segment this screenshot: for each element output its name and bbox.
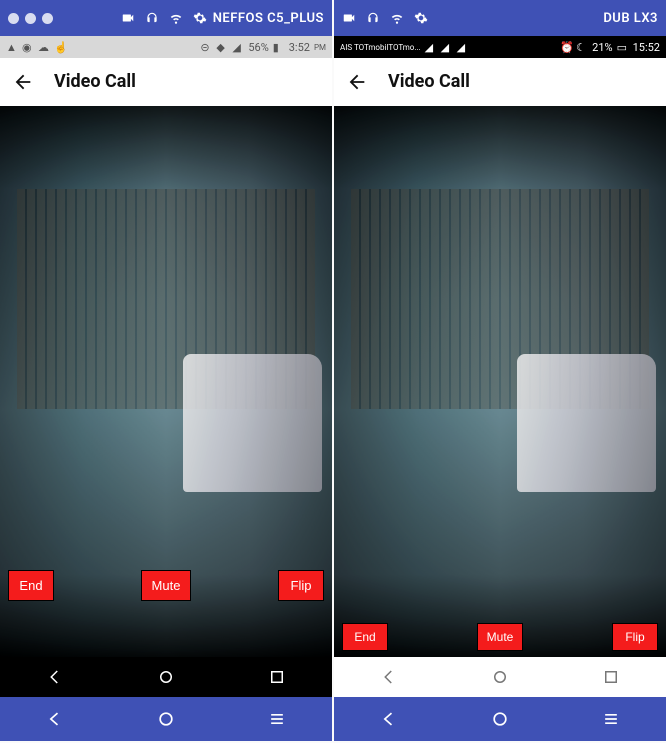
- signal-icon: ◢: [441, 41, 453, 53]
- android-nav-bar: [334, 657, 666, 697]
- android-nav-bar: [0, 657, 332, 697]
- back-arrow-icon[interactable]: [12, 71, 34, 93]
- vysor-device-name: DUB LX3: [603, 11, 658, 26]
- video-icon[interactable]: [342, 11, 356, 25]
- vysor-back-icon[interactable]: [45, 709, 65, 729]
- dnd-icon: ⊝: [200, 41, 212, 53]
- vysor-title-bar[interactable]: NEFFOS C5_PLUS: [0, 0, 332, 36]
- flip-camera-button[interactable]: Flip: [278, 570, 324, 601]
- vysor-home-icon[interactable]: [490, 709, 510, 729]
- clock-ampm: PM: [314, 43, 326, 52]
- battery-text: 21%: [592, 41, 612, 54]
- mute-button[interactable]: Mute: [141, 570, 192, 601]
- nav-recents-icon[interactable]: [268, 668, 286, 686]
- carrier-text: AIS TOTmobilTOTmo...: [340, 43, 421, 52]
- device-window-left: NEFFOS C5_PLUS ▲ ◉ ☁ ☝ ⊝ ◆ ◢ 56% ▮ 3:52 …: [0, 0, 332, 741]
- vysor-back-icon[interactable]: [379, 709, 399, 729]
- alarm-icon: ⏰: [560, 41, 572, 53]
- flip-camera-button[interactable]: Flip: [612, 623, 658, 651]
- android-status-bar: AIS TOTmobilTOTmo... ◢ ◢ ◢ ⏰ ☾ 21% ▭ 15:…: [334, 36, 666, 58]
- nav-back-icon[interactable]: [46, 668, 64, 686]
- app-header: Video Call: [0, 58, 332, 106]
- vysor-bottom-bar: [0, 697, 332, 741]
- battery-text: 56%: [248, 41, 268, 54]
- user-icon: ◉: [22, 41, 34, 53]
- battery-icon: ▮: [273, 41, 285, 53]
- nav-back-icon[interactable]: [380, 668, 398, 686]
- moon-icon: ☾: [576, 41, 588, 53]
- device-row: NEFFOS C5_PLUS ▲ ◉ ☁ ☝ ⊝ ◆ ◢ 56% ▮ 3:52 …: [0, 0, 666, 743]
- headphones-icon[interactable]: [145, 11, 159, 25]
- close-window-icon[interactable]: [8, 13, 19, 24]
- vysor-home-icon[interactable]: [156, 709, 176, 729]
- battery-icon: ▭: [617, 41, 629, 53]
- minimize-window-icon[interactable]: [25, 13, 36, 24]
- signal-icon: ◢: [232, 41, 244, 53]
- vysor-device-name: NEFFOS C5_PLUS: [213, 11, 324, 26]
- call-controls-row: End Mute Flip: [334, 623, 666, 651]
- window-traffic-lights[interactable]: [8, 13, 53, 24]
- clock-text: 15:52: [633, 41, 660, 54]
- gear-icon[interactable]: [414, 11, 428, 25]
- mute-button[interactable]: Mute: [477, 623, 523, 651]
- touch-icon: ☝: [54, 41, 66, 53]
- video-stream-area[interactable]: End Mute Flip: [0, 106, 332, 657]
- location-icon: ◆: [216, 41, 228, 53]
- video-icon[interactable]: [121, 11, 135, 25]
- wifi-icon[interactable]: [169, 11, 183, 25]
- call-controls-row: End Mute Flip: [0, 570, 332, 601]
- nav-home-icon[interactable]: [157, 668, 175, 686]
- nav-recents-icon[interactable]: [602, 668, 620, 686]
- device-window-right: DUB LX3 AIS TOTmobilTOTmo... ◢ ◢ ◢ ⏰ ☾ 2…: [334, 0, 666, 741]
- cloud-icon: ☁: [38, 41, 50, 53]
- video-stream-area[interactable]: End Mute Flip: [334, 106, 666, 657]
- maximize-window-icon[interactable]: [42, 13, 53, 24]
- vysor-bottom-bar: [334, 697, 666, 741]
- page-title: Video Call: [54, 71, 136, 92]
- back-arrow-icon[interactable]: [346, 71, 368, 93]
- vysor-menu-icon[interactable]: [267, 709, 287, 729]
- wifi-icon[interactable]: [390, 11, 404, 25]
- end-call-button[interactable]: End: [342, 623, 388, 651]
- headphones-icon[interactable]: [366, 11, 380, 25]
- vysor-menu-icon[interactable]: [601, 709, 621, 729]
- app-header: Video Call: [334, 58, 666, 106]
- vysor-title-bar[interactable]: DUB LX3: [334, 0, 666, 36]
- android-status-bar: ▲ ◉ ☁ ☝ ⊝ ◆ ◢ 56% ▮ 3:52 PM: [0, 36, 332, 58]
- page-title: Video Call: [388, 71, 470, 92]
- signal-icon: ◢: [457, 41, 469, 53]
- gear-icon[interactable]: [193, 11, 207, 25]
- clock-text: 3:52: [289, 41, 310, 54]
- remote-video-placeholder: [334, 106, 666, 657]
- end-call-button[interactable]: End: [8, 570, 54, 601]
- nav-home-icon[interactable]: [491, 668, 509, 686]
- warning-icon: ▲: [6, 41, 18, 53]
- signal-icon: ◢: [425, 41, 437, 53]
